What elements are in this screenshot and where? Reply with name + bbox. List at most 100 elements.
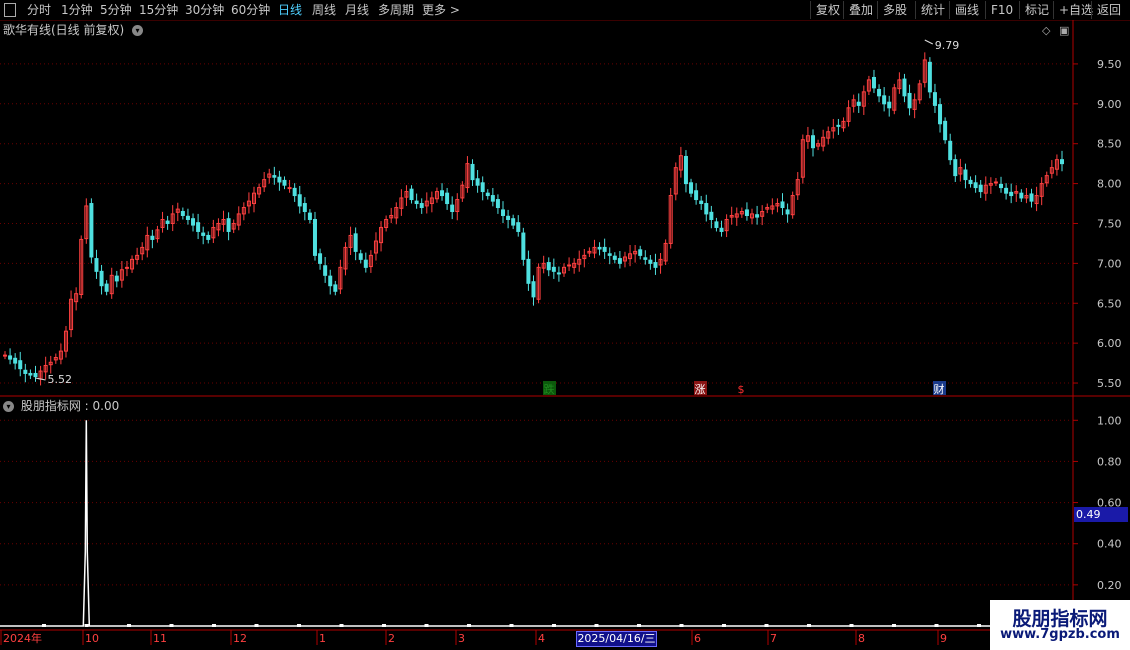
candle-body xyxy=(480,182,485,193)
indicator-dot xyxy=(594,624,599,627)
candle-body xyxy=(3,354,7,357)
x-axis-label: 11 xyxy=(153,632,167,645)
x-axis-label: 10 xyxy=(85,632,99,645)
candle-body xyxy=(94,258,99,272)
candle-body xyxy=(419,203,424,209)
candle-body xyxy=(948,140,953,161)
panel-corner-controls: ◇ ▣ xyxy=(1042,24,1069,37)
candle-body xyxy=(683,155,688,185)
cursor-date-label: 2025/04/16/三 xyxy=(576,631,657,647)
candle-body xyxy=(191,218,196,226)
indicator-dot xyxy=(424,624,429,627)
indicator-dot xyxy=(467,624,471,627)
candle-body xyxy=(694,190,699,201)
watermark-logo: 股朋指标网 www.7gpzb.com xyxy=(990,600,1130,650)
candle-body xyxy=(114,275,119,282)
candle-body xyxy=(973,182,978,189)
candle-body xyxy=(856,101,861,106)
main-y-tick-label: 7.00 xyxy=(1097,257,1122,270)
candle-body xyxy=(89,203,94,258)
indicator-panel-title-row: ▾ 股朋指标网 : 0.00 xyxy=(3,399,119,413)
indicator-dot xyxy=(679,624,684,627)
candle-body xyxy=(699,200,704,205)
low-price-label: 5.52 xyxy=(47,373,72,386)
indicator-dot xyxy=(297,624,301,627)
candle-body xyxy=(526,258,531,284)
candle-body xyxy=(999,183,1004,189)
x-axis-label: 9 xyxy=(940,632,947,645)
x-axis-label: 6 xyxy=(694,632,701,645)
main-y-tick-label: 8.00 xyxy=(1097,178,1122,191)
candle-body xyxy=(1019,192,1024,199)
indicator-y-tick-label: 0.40 xyxy=(1097,538,1122,551)
candle-body xyxy=(312,218,317,256)
indicator-dot xyxy=(764,624,769,627)
candle-body xyxy=(185,215,190,220)
candle-body xyxy=(612,255,617,260)
high-price-label: 9.79 xyxy=(935,39,960,52)
candle-body xyxy=(704,203,709,215)
candle-body xyxy=(755,214,760,218)
main-y-tick-label: 9.00 xyxy=(1097,98,1122,111)
kline-chart[interactable]: 9.50 9.00 8.50 8.00 7.50 7.00 6.50 6.00 5.50 9.79… xyxy=(0,0,1130,650)
event-marker-3: 财 xyxy=(934,382,945,396)
candle-body xyxy=(567,264,572,267)
indicator-y-tick-label: 0.20 xyxy=(1097,579,1122,592)
main-y-tick-label: 7.50 xyxy=(1097,217,1122,230)
indicator-dot xyxy=(552,624,556,627)
candle-body xyxy=(836,124,841,127)
candle-body xyxy=(1060,159,1064,165)
indicator-dot xyxy=(339,624,344,627)
indicator-dot xyxy=(382,624,386,627)
candle-body xyxy=(714,221,719,228)
candle-body xyxy=(963,169,968,181)
candle-body xyxy=(470,163,475,181)
indicator-dot xyxy=(509,624,514,627)
x-axis-label: 4 xyxy=(538,632,545,645)
candle-body xyxy=(607,253,612,256)
candle-body xyxy=(927,61,932,93)
indicator-dot xyxy=(892,624,896,627)
event-marker-2: $ xyxy=(738,383,745,396)
candle-body xyxy=(99,270,104,287)
indicator-y-tick-label: 1.00 xyxy=(1097,414,1122,427)
candle-body xyxy=(744,209,749,217)
maximize-icon[interactable]: ▣ xyxy=(1059,24,1069,37)
candle-body xyxy=(689,182,694,194)
candle-body xyxy=(719,227,724,232)
x-axis-label: 12 xyxy=(233,632,247,645)
candle-body xyxy=(648,259,653,264)
candle-body xyxy=(353,233,358,252)
candle-body xyxy=(409,188,414,201)
indicator-current-value: 0.49 xyxy=(1074,507,1128,522)
x-axis-label: 2 xyxy=(388,632,395,645)
indicator-y-tick-label: 0.80 xyxy=(1097,455,1122,468)
candle-body xyxy=(546,262,551,271)
candle-body xyxy=(617,258,622,264)
candle-body xyxy=(882,95,887,105)
candle-body xyxy=(485,192,490,197)
candle-body xyxy=(180,211,185,216)
x-axis-label: 2024年 xyxy=(3,631,42,645)
chevron-down-icon[interactable]: ▾ xyxy=(132,25,144,36)
indicator-dot xyxy=(934,624,939,627)
candle-body xyxy=(287,187,292,190)
diamond-icon[interactable]: ◇ xyxy=(1042,24,1050,37)
candle-body xyxy=(943,120,948,141)
candle-body xyxy=(556,272,561,275)
chevron-down-icon[interactable]: ▾ xyxy=(3,401,14,412)
x-axis-label: 8 xyxy=(858,632,865,645)
candle-body xyxy=(328,275,333,287)
event-marker-0: 跌 xyxy=(544,382,555,396)
candle-body xyxy=(18,360,23,370)
candle-body xyxy=(490,195,495,202)
candle-body xyxy=(932,92,937,106)
candle-body xyxy=(277,176,282,183)
candle-body xyxy=(887,101,892,109)
candle-body xyxy=(475,178,480,186)
candle-body xyxy=(363,259,368,268)
indicator-dot xyxy=(42,624,46,627)
candle-body xyxy=(506,215,511,220)
indicator-dot xyxy=(169,624,174,627)
candle-body xyxy=(907,92,912,109)
